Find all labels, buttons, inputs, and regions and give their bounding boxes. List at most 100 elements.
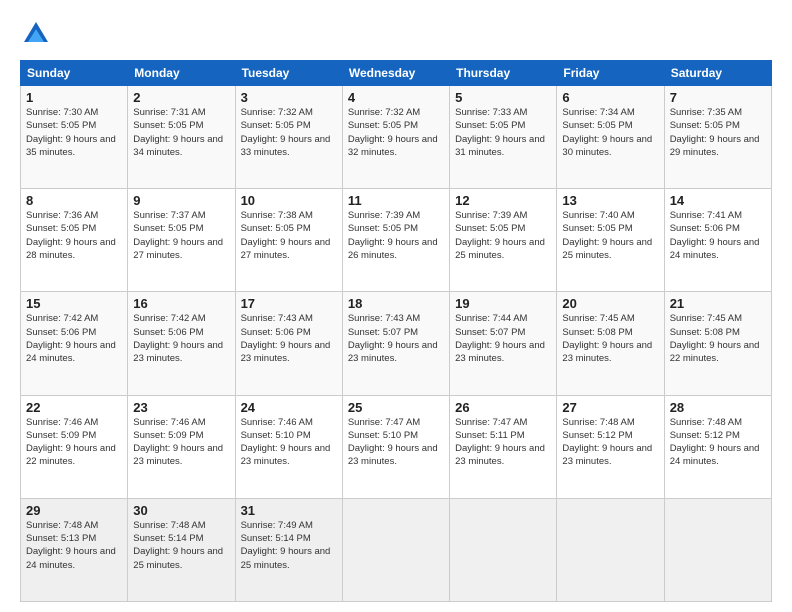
calendar-cell: 18 Sunrise: 7:43 AM Sunset: 5:07 PM Dayl… (342, 292, 449, 395)
calendar-cell: 26 Sunrise: 7:47 AM Sunset: 5:11 PM Dayl… (450, 395, 557, 498)
day-number: 10 (241, 193, 337, 208)
day-number: 1 (26, 90, 122, 105)
day-info: Sunrise: 7:35 AM Sunset: 5:05 PM Dayligh… (670, 106, 766, 159)
day-info: Sunrise: 7:47 AM Sunset: 5:10 PM Dayligh… (348, 416, 444, 469)
day-info: Sunrise: 7:48 AM Sunset: 5:13 PM Dayligh… (26, 519, 122, 572)
weekday-header-row: SundayMondayTuesdayWednesdayThursdayFrid… (21, 61, 772, 86)
calendar-cell: 17 Sunrise: 7:43 AM Sunset: 5:06 PM Dayl… (235, 292, 342, 395)
weekday-header-monday: Monday (128, 61, 235, 86)
day-number: 3 (241, 90, 337, 105)
day-info: Sunrise: 7:40 AM Sunset: 5:05 PM Dayligh… (562, 209, 658, 262)
calendar-week-1: 1 Sunrise: 7:30 AM Sunset: 5:05 PM Dayli… (21, 86, 772, 189)
day-number: 16 (133, 296, 229, 311)
day-info: Sunrise: 7:41 AM Sunset: 5:06 PM Dayligh… (670, 209, 766, 262)
calendar-cell: 30 Sunrise: 7:48 AM Sunset: 5:14 PM Dayl… (128, 498, 235, 601)
day-info: Sunrise: 7:47 AM Sunset: 5:11 PM Dayligh… (455, 416, 551, 469)
calendar-cell: 15 Sunrise: 7:42 AM Sunset: 5:06 PM Dayl… (21, 292, 128, 395)
day-info: Sunrise: 7:48 AM Sunset: 5:14 PM Dayligh… (133, 519, 229, 572)
calendar-cell: 14 Sunrise: 7:41 AM Sunset: 5:06 PM Dayl… (664, 189, 771, 292)
calendar-cell: 28 Sunrise: 7:48 AM Sunset: 5:12 PM Dayl… (664, 395, 771, 498)
calendar-week-2: 8 Sunrise: 7:36 AM Sunset: 5:05 PM Dayli… (21, 189, 772, 292)
calendar-cell: 11 Sunrise: 7:39 AM Sunset: 5:05 PM Dayl… (342, 189, 449, 292)
day-info: Sunrise: 7:42 AM Sunset: 5:06 PM Dayligh… (26, 312, 122, 365)
day-info: Sunrise: 7:45 AM Sunset: 5:08 PM Dayligh… (562, 312, 658, 365)
calendar-cell: 7 Sunrise: 7:35 AM Sunset: 5:05 PM Dayli… (664, 86, 771, 189)
calendar-cell: 16 Sunrise: 7:42 AM Sunset: 5:06 PM Dayl… (128, 292, 235, 395)
calendar-week-4: 22 Sunrise: 7:46 AM Sunset: 5:09 PM Dayl… (21, 395, 772, 498)
calendar-cell: 1 Sunrise: 7:30 AM Sunset: 5:05 PM Dayli… (21, 86, 128, 189)
day-info: Sunrise: 7:48 AM Sunset: 5:12 PM Dayligh… (670, 416, 766, 469)
calendar-cell: 19 Sunrise: 7:44 AM Sunset: 5:07 PM Dayl… (450, 292, 557, 395)
calendar-cell: 5 Sunrise: 7:33 AM Sunset: 5:05 PM Dayli… (450, 86, 557, 189)
day-number: 31 (241, 503, 337, 518)
day-number: 22 (26, 400, 122, 415)
day-number: 23 (133, 400, 229, 415)
day-number: 6 (562, 90, 658, 105)
day-number: 18 (348, 296, 444, 311)
day-info: Sunrise: 7:43 AM Sunset: 5:06 PM Dayligh… (241, 312, 337, 365)
calendar-cell: 3 Sunrise: 7:32 AM Sunset: 5:05 PM Dayli… (235, 86, 342, 189)
calendar-cell: 20 Sunrise: 7:45 AM Sunset: 5:08 PM Dayl… (557, 292, 664, 395)
day-info: Sunrise: 7:33 AM Sunset: 5:05 PM Dayligh… (455, 106, 551, 159)
calendar-cell: 4 Sunrise: 7:32 AM Sunset: 5:05 PM Dayli… (342, 86, 449, 189)
calendar-cell: 22 Sunrise: 7:46 AM Sunset: 5:09 PM Dayl… (21, 395, 128, 498)
day-info: Sunrise: 7:32 AM Sunset: 5:05 PM Dayligh… (241, 106, 337, 159)
calendar-week-3: 15 Sunrise: 7:42 AM Sunset: 5:06 PM Dayl… (21, 292, 772, 395)
calendar-cell (664, 498, 771, 601)
day-number: 28 (670, 400, 766, 415)
weekday-header-friday: Friday (557, 61, 664, 86)
calendar-week-5: 29 Sunrise: 7:48 AM Sunset: 5:13 PM Dayl… (21, 498, 772, 601)
day-number: 14 (670, 193, 766, 208)
day-number: 15 (26, 296, 122, 311)
day-info: Sunrise: 7:45 AM Sunset: 5:08 PM Dayligh… (670, 312, 766, 365)
day-number: 21 (670, 296, 766, 311)
calendar-cell: 23 Sunrise: 7:46 AM Sunset: 5:09 PM Dayl… (128, 395, 235, 498)
calendar-cell: 9 Sunrise: 7:37 AM Sunset: 5:05 PM Dayli… (128, 189, 235, 292)
day-info: Sunrise: 7:31 AM Sunset: 5:05 PM Dayligh… (133, 106, 229, 159)
day-info: Sunrise: 7:38 AM Sunset: 5:05 PM Dayligh… (241, 209, 337, 262)
day-info: Sunrise: 7:46 AM Sunset: 5:10 PM Dayligh… (241, 416, 337, 469)
day-info: Sunrise: 7:30 AM Sunset: 5:05 PM Dayligh… (26, 106, 122, 159)
day-info: Sunrise: 7:42 AM Sunset: 5:06 PM Dayligh… (133, 312, 229, 365)
day-info: Sunrise: 7:48 AM Sunset: 5:12 PM Dayligh… (562, 416, 658, 469)
calendar-cell (450, 498, 557, 601)
calendar-cell: 24 Sunrise: 7:46 AM Sunset: 5:10 PM Dayl… (235, 395, 342, 498)
day-number: 19 (455, 296, 551, 311)
calendar-cell: 31 Sunrise: 7:49 AM Sunset: 5:14 PM Dayl… (235, 498, 342, 601)
calendar-cell (342, 498, 449, 601)
day-info: Sunrise: 7:44 AM Sunset: 5:07 PM Dayligh… (455, 312, 551, 365)
day-number: 26 (455, 400, 551, 415)
header (20, 18, 772, 50)
calendar-cell: 12 Sunrise: 7:39 AM Sunset: 5:05 PM Dayl… (450, 189, 557, 292)
calendar-cell: 10 Sunrise: 7:38 AM Sunset: 5:05 PM Dayl… (235, 189, 342, 292)
day-info: Sunrise: 7:46 AM Sunset: 5:09 PM Dayligh… (133, 416, 229, 469)
calendar-cell: 8 Sunrise: 7:36 AM Sunset: 5:05 PM Dayli… (21, 189, 128, 292)
day-number: 17 (241, 296, 337, 311)
weekday-header-wednesday: Wednesday (342, 61, 449, 86)
day-number: 5 (455, 90, 551, 105)
day-number: 24 (241, 400, 337, 415)
calendar-cell: 27 Sunrise: 7:48 AM Sunset: 5:12 PM Dayl… (557, 395, 664, 498)
day-number: 25 (348, 400, 444, 415)
day-number: 7 (670, 90, 766, 105)
calendar-cell: 13 Sunrise: 7:40 AM Sunset: 5:05 PM Dayl… (557, 189, 664, 292)
calendar-cell: 25 Sunrise: 7:47 AM Sunset: 5:10 PM Dayl… (342, 395, 449, 498)
day-number: 2 (133, 90, 229, 105)
calendar-cell: 29 Sunrise: 7:48 AM Sunset: 5:13 PM Dayl… (21, 498, 128, 601)
day-number: 9 (133, 193, 229, 208)
weekday-header-saturday: Saturday (664, 61, 771, 86)
logo-icon (20, 18, 52, 50)
calendar-cell (557, 498, 664, 601)
day-info: Sunrise: 7:34 AM Sunset: 5:05 PM Dayligh… (562, 106, 658, 159)
day-info: Sunrise: 7:39 AM Sunset: 5:05 PM Dayligh… (348, 209, 444, 262)
day-number: 8 (26, 193, 122, 208)
day-number: 30 (133, 503, 229, 518)
day-number: 11 (348, 193, 444, 208)
calendar-cell: 6 Sunrise: 7:34 AM Sunset: 5:05 PM Dayli… (557, 86, 664, 189)
calendar-cell: 21 Sunrise: 7:45 AM Sunset: 5:08 PM Dayl… (664, 292, 771, 395)
calendar-table: SundayMondayTuesdayWednesdayThursdayFrid… (20, 60, 772, 602)
day-number: 29 (26, 503, 122, 518)
day-number: 20 (562, 296, 658, 311)
weekday-header-tuesday: Tuesday (235, 61, 342, 86)
calendar-cell: 2 Sunrise: 7:31 AM Sunset: 5:05 PM Dayli… (128, 86, 235, 189)
